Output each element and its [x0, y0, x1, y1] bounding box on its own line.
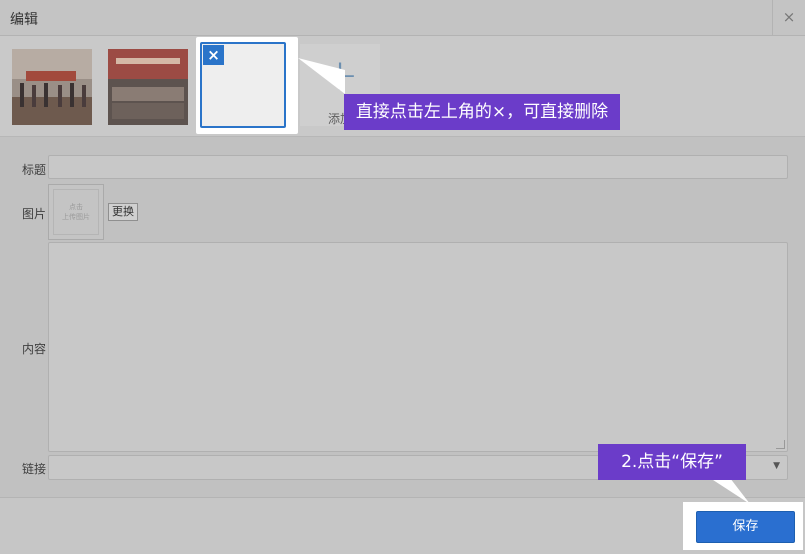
- dialog-titlebar: 编辑 ×: [0, 0, 805, 36]
- change-image-button[interactable]: 更换: [108, 203, 138, 221]
- upload-hint-line2: 上传图片: [62, 213, 90, 221]
- content-label: 内容: [21, 342, 46, 356]
- title-input[interactable]: [48, 155, 788, 179]
- image-label: 图片: [21, 207, 46, 221]
- save-button-highlight: 保存: [683, 502, 803, 550]
- save-tip-callout: 2.点击“保存”: [598, 444, 746, 480]
- upload-hint-line1: 点击: [69, 203, 83, 211]
- selected-image[interactable]: ×: [200, 42, 286, 128]
- dialog-title: 编辑: [10, 12, 38, 28]
- resize-handle-icon[interactable]: [776, 440, 785, 449]
- save-button[interactable]: 保存: [696, 511, 795, 543]
- content-textarea[interactable]: [48, 242, 788, 452]
- delete-icon[interactable]: ×: [203, 45, 224, 65]
- edit-dialog: 编辑 × 添加 × 直接点击左上角的×，可直接删除 标题 图片 点击 上传图片 …: [0, 0, 805, 554]
- image-upload-box[interactable]: 点击 上传图片: [48, 184, 104, 240]
- image-thumbnail[interactable]: [108, 49, 188, 125]
- highlighted-image-slot: ×: [196, 37, 298, 134]
- link-label: 链接: [21, 462, 46, 476]
- image-thumbnail[interactable]: [12, 49, 92, 125]
- chevron-down-icon: ▼: [773, 461, 780, 471]
- title-label: 标题: [21, 163, 46, 177]
- delete-tip-callout: 直接点击左上角的×，可直接删除: [344, 94, 620, 130]
- image-upload-placeholder: 点击 上传图片: [53, 189, 99, 235]
- callout-pointer: [298, 58, 345, 94]
- close-icon[interactable]: ×: [772, 0, 805, 35]
